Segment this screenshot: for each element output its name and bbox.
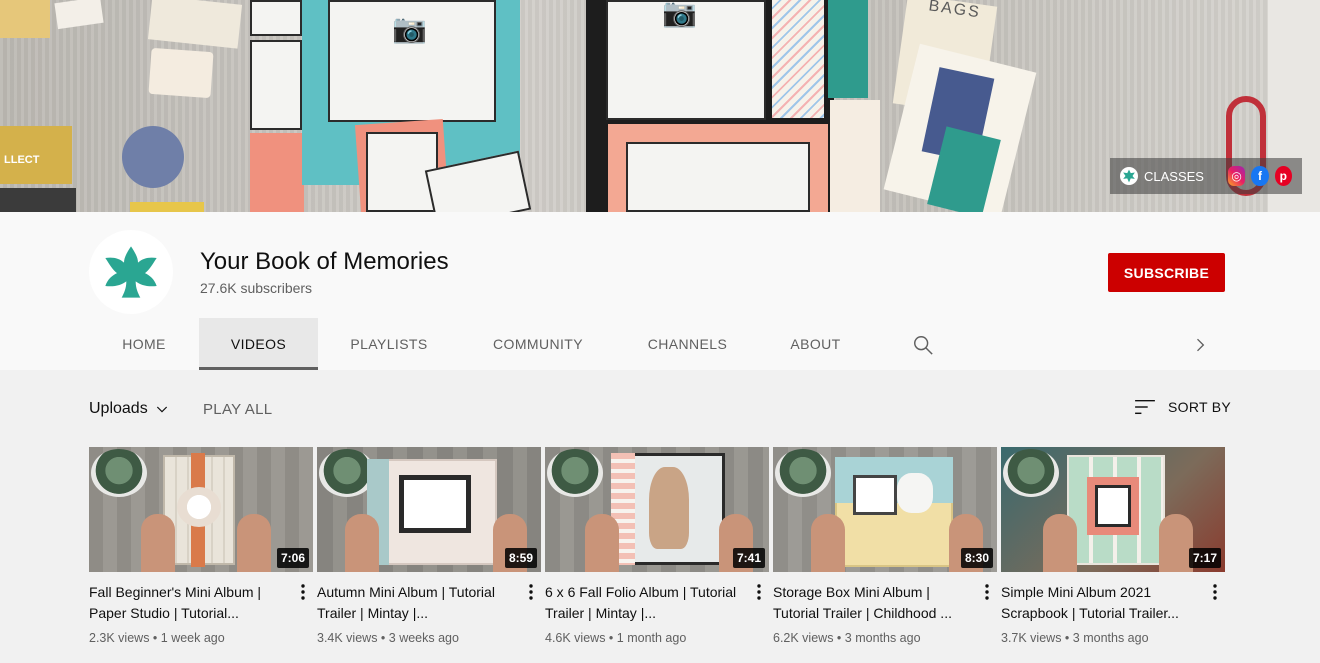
tab-community[interactable]: COMMUNITY — [460, 318, 616, 370]
video-thumbnail[interactable]: 7:41 — [545, 447, 769, 572]
suitcase-sticker — [148, 47, 214, 99]
more-options-icon[interactable] — [977, 582, 997, 624]
tab-videos[interactable]: VIDEOS — [199, 318, 318, 370]
banner-decor — [772, 0, 824, 118]
sort-icon — [1135, 399, 1155, 415]
classes-link[interactable]: CLASSES — [1120, 167, 1204, 185]
video-thumbnail[interactable]: 7:06 — [89, 447, 313, 572]
tab-home[interactable]: HOME — [89, 318, 199, 370]
banner-decor — [250, 0, 302, 36]
tab-playlists[interactable]: PLAYLISTS — [318, 318, 460, 370]
banner-decor — [130, 202, 204, 212]
video-card[interactable]: 8:30 Storage Box Mini Album | Tutorial T… — [773, 447, 997, 645]
channel-banner: LLECT 📷 📷 BAGS CLASSES ◎ f p — [0, 0, 1320, 212]
leaf-logo-icon — [105, 246, 157, 298]
instagram-icon[interactable]: ◎ — [1227, 166, 1246, 186]
video-title[interactable]: Simple Mini Album 2021 Scrapbook | Tutor… — [1001, 582, 1205, 624]
banner-decor — [830, 100, 880, 212]
leaf-icon — [1120, 167, 1138, 185]
video-title[interactable]: 6 x 6 Fall Folio Album | Tutorial Traile… — [545, 582, 749, 624]
video-meta: 2.3K views • 1 week ago — [89, 631, 225, 645]
video-duration: 7:41 — [732, 548, 765, 568]
video-thumbnail[interactable]: 7:17 — [1001, 447, 1225, 572]
banner-decor — [828, 0, 868, 98]
video-duration: 8:30 — [960, 548, 993, 568]
subscribe-button[interactable]: SUBSCRIBE — [1108, 253, 1225, 292]
subscriber-count: 27.6K subscribers — [200, 280, 313, 296]
play-all-button[interactable]: PLAY ALL — [203, 401, 272, 418]
video-meta: 3.4K views • 3 weeks ago — [317, 631, 459, 645]
video-grid: 7:06 Fall Beginner's Mini Album | Paper … — [89, 447, 1225, 645]
photo-frame — [626, 142, 810, 212]
banner-decor — [250, 133, 304, 212]
banner-decor — [250, 40, 302, 130]
video-title[interactable]: Autumn Mini Album | Tutorial Trailer | M… — [317, 582, 521, 624]
search-icon[interactable] — [912, 334, 934, 356]
banner-decor: LLECT — [0, 126, 72, 184]
chevron-right-icon[interactable] — [1190, 334, 1210, 356]
video-title[interactable]: Storage Box Mini Album | Tutorial Traile… — [773, 582, 977, 624]
more-options-icon[interactable] — [749, 582, 769, 624]
more-options-icon[interactable] — [521, 582, 541, 624]
video-duration: 8:59 — [504, 548, 537, 568]
video-meta: 3.7K views • 3 months ago — [1001, 631, 1149, 645]
sort-by-button[interactable]: SORT BY — [1134, 398, 1231, 416]
video-card[interactable]: 8:59 Autumn Mini Album | Tutorial Traile… — [317, 447, 541, 645]
more-options-icon[interactable] — [293, 582, 313, 624]
more-options-icon[interactable] — [1205, 582, 1225, 624]
channel-avatar[interactable] — [89, 230, 173, 314]
video-title[interactable]: Fall Beginner's Mini Album | Paper Studi… — [89, 582, 293, 624]
video-card[interactable]: 7:41 6 x 6 Fall Folio Album | Tutorial T… — [545, 447, 769, 645]
camera-icon: 📷 — [662, 0, 697, 28]
video-thumbnail[interactable]: 8:59 — [317, 447, 541, 572]
video-thumbnail[interactable]: 8:30 — [773, 447, 997, 572]
video-card[interactable]: 7:06 Fall Beginner's Mini Album | Paper … — [89, 447, 313, 645]
banner-links: CLASSES ◎ f p — [1110, 158, 1302, 194]
channel-tabs: HOME VIDEOS PLAYLISTS COMMUNITY CHANNELS… — [89, 318, 872, 370]
banner-decor — [0, 188, 76, 212]
tab-channels[interactable]: CHANNELS — [616, 318, 759, 370]
channel-name: Your Book of Memories — [200, 248, 449, 275]
tab-about[interactable]: ABOUT — [759, 318, 872, 370]
banner-decor — [0, 0, 50, 38]
video-meta: 6.2K views • 3 months ago — [773, 631, 921, 645]
video-duration: 7:06 — [276, 548, 309, 568]
uploads-dropdown[interactable]: Uploads — [89, 400, 170, 418]
video-meta: 4.6K views • 1 month ago — [545, 631, 687, 645]
camera-icon: 📷 — [392, 13, 427, 44]
video-card[interactable]: 7:17 Simple Mini Album 2021 Scrapbook | … — [1001, 447, 1225, 645]
video-duration: 7:17 — [1188, 548, 1221, 568]
pinterest-icon[interactable]: p — [1274, 166, 1293, 186]
channel-header: Your Book of Memories 27.6K subscribers … — [0, 212, 1320, 370]
globe-sticker — [122, 126, 184, 188]
videos-section: Uploads PLAY ALL SORT BY 7:06 Fall Begin… — [0, 370, 1320, 663]
facebook-icon[interactable]: f — [1251, 166, 1269, 186]
chevron-down-icon — [156, 406, 167, 413]
